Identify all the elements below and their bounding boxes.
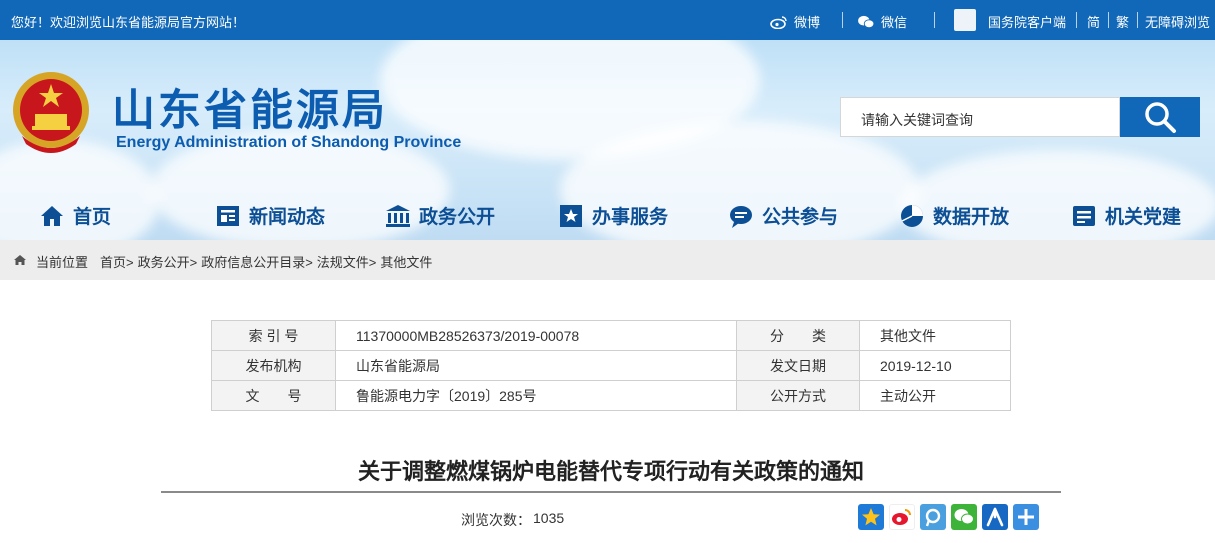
service-icon — [560, 204, 582, 227]
tencent-weibo-icon[interactable] — [920, 504, 946, 530]
nav-label: 公共参与 — [762, 207, 839, 228]
table-row: 发布机构 山东省能源局 发文日期 2019-12-10 — [211, 350, 1011, 381]
gov-client-label: 国务院客户端 — [988, 15, 1067, 30]
accessible-link[interactable]: 无障碍浏览 — [1145, 12, 1210, 31]
table-row: 文 号 鲁能源电力字〔2019〕285号 公开方式 主动公开 — [211, 380, 1011, 411]
wechat-link[interactable]: 微信 — [857, 12, 907, 31]
weibo-share-icon[interactable] — [889, 504, 915, 530]
divider — [1137, 12, 1138, 28]
qzone-icon[interactable] — [858, 504, 884, 530]
nav-label: 首页 — [73, 207, 112, 228]
breadcrumb-prefix: 当前位置 — [36, 255, 89, 270]
welcome-text: 您好！欢迎浏览山东省能源局官方网站！ — [11, 15, 246, 30]
info-value: 2019-12-10 — [859, 350, 1011, 381]
document-info-table: 索 引 号 11370000MB28526373/2019-00078 分 类 … — [211, 320, 1011, 411]
more-share-icon[interactable] — [1013, 504, 1039, 530]
site-subtitle: Energy Administration of Shandong Provin… — [116, 134, 462, 151]
weibo-label: 微博 — [794, 15, 821, 30]
search-input[interactable]: 请输入关键词查询 — [840, 97, 1120, 137]
nav-participation[interactable]: 公共参与 — [728, 202, 838, 229]
divider — [934, 12, 935, 28]
chat-icon — [730, 205, 752, 228]
search-button[interactable] — [1120, 97, 1200, 137]
renren-icon[interactable] — [982, 504, 1008, 530]
news-icon — [217, 205, 239, 226]
breadcrumb-item[interactable]: 政务公开> — [138, 252, 198, 271]
pie-icon — [901, 204, 923, 227]
info-key: 公开方式 — [736, 380, 860, 411]
breadcrumb: 当前位置 首页> 政务公开> 政府信息公开目录> 法规文件> 其他文件 — [0, 240, 1215, 280]
nav-home[interactable]: 首页 — [39, 202, 111, 229]
breadcrumb-item[interactable]: 首页> — [100, 252, 134, 271]
title-divider — [161, 491, 1061, 493]
breadcrumb-item[interactable]: 政府信息公开目录> — [201, 252, 313, 271]
info-key: 发文日期 — [736, 350, 860, 381]
nav-label: 机关党建 — [1105, 207, 1182, 228]
breadcrumb-item[interactable]: 法规文件> — [317, 252, 377, 271]
info-value: 11370000MB28526373/2019-00078 — [335, 320, 737, 351]
top-bar: 您好！欢迎浏览山东省能源局官方网站！ 微博 微信 国务院客户端 简 繁 无障碍浏… — [0, 0, 1215, 40]
share-bar — [858, 504, 1039, 530]
weibo-icon — [770, 15, 787, 29]
wechat-icon — [858, 15, 875, 28]
info-value: 主动公开 — [859, 380, 1011, 411]
info-value: 山东省能源局 — [335, 350, 737, 381]
home-icon — [14, 255, 26, 265]
site-title: 山东省能源局 — [112, 86, 388, 136]
header-banner: 山东省能源局 Energy Administration of Shandong… — [0, 40, 1215, 240]
table-row: 索 引 号 11370000MB28526373/2019-00078 分 类 … — [211, 320, 1011, 351]
info-key: 发布机构 — [211, 350, 336, 381]
government-icon — [386, 204, 410, 227]
nav-data[interactable]: 数据开放 — [899, 202, 1009, 229]
nav-party[interactable]: 机关党建 — [1071, 202, 1181, 229]
wechat-label: 微信 — [881, 15, 908, 30]
wechat-share-icon[interactable] — [951, 504, 977, 530]
divider — [842, 12, 843, 28]
simplified-link[interactable]: 简 — [1087, 12, 1100, 31]
article-title: 关于调整燃煤锅炉电能替代专项行动有关政策的通知 — [357, 460, 864, 485]
nav-news[interactable]: 新闻动态 — [215, 202, 325, 229]
home-icon — [41, 205, 63, 226]
view-count: 浏览次数： 1035 — [461, 510, 564, 530]
info-value: 其他文件 — [859, 320, 1011, 351]
gov-client-icon — [954, 8, 976, 31]
search-icon — [1145, 102, 1176, 133]
party-icon — [1073, 205, 1095, 226]
traditional-link[interactable]: 繁 — [1116, 12, 1129, 31]
info-value: 鲁能源电力字〔2019〕285号 — [335, 380, 737, 411]
divider — [1076, 12, 1077, 28]
divider — [1108, 12, 1109, 28]
nav-label: 新闻动态 — [249, 207, 326, 228]
national-emblem-icon — [13, 72, 89, 153]
gov-client-link[interactable]: 国务院客户端 — [954, 8, 1067, 31]
nav-service[interactable]: 办事服务 — [558, 202, 668, 229]
info-key: 分 类 — [736, 320, 860, 351]
views-count: 1035 — [533, 510, 565, 526]
weibo-link[interactable]: 微博 — [770, 12, 820, 31]
info-key: 索 引 号 — [211, 320, 336, 351]
nav-label: 办事服务 — [592, 207, 669, 228]
views-label: 浏览次数： — [461, 512, 531, 528]
nav-label: 数据开放 — [933, 207, 1010, 228]
breadcrumb-item[interactable]: 其他文件 — [380, 252, 432, 271]
nav-government[interactable]: 政务公开 — [385, 202, 495, 229]
info-key: 文 号 — [211, 380, 336, 411]
nav-label: 政务公开 — [419, 207, 496, 228]
